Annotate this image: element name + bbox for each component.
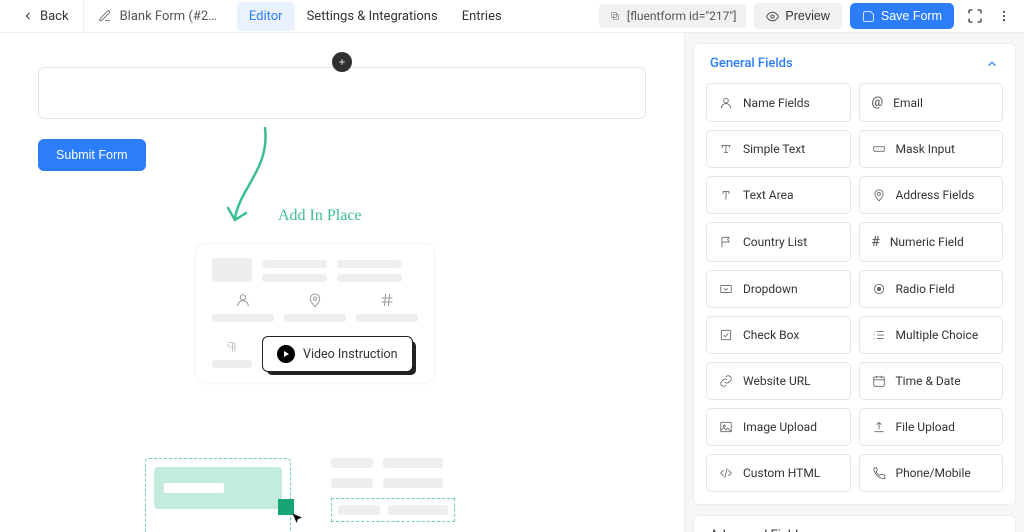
form-title-button[interactable]: Blank Form (#2…	[84, 0, 231, 32]
save-form-button[interactable]: Save Form	[850, 3, 954, 29]
hash-icon	[379, 292, 395, 308]
phone-icon	[872, 466, 886, 480]
at-icon: @	[872, 95, 884, 110]
field-item-file-upload[interactable]: File Upload	[859, 408, 1004, 446]
code-icon	[719, 466, 733, 480]
back-label: Back	[40, 9, 69, 24]
field-item-custom-html[interactable]: Custom HTML	[706, 454, 851, 492]
image-icon	[719, 420, 733, 434]
paragraph-icon	[225, 340, 239, 354]
field-item-name-fields[interactable]: Name Fields	[706, 83, 851, 122]
preview-card: Video Instruction	[195, 243, 435, 383]
lower-preview	[145, 458, 455, 532]
field-item-address-fields[interactable]: Address Fields	[859, 176, 1004, 214]
shortcode-text: [fluentform id="217"]	[627, 9, 736, 23]
upload-icon	[872, 420, 886, 434]
save-label: Save Form	[881, 9, 942, 23]
link-icon	[719, 374, 733, 388]
copy-icon	[609, 10, 621, 22]
form-title: Blank Form (#2…	[120, 9, 217, 24]
field-item-multiple-choice[interactable]: Multiple Choice	[859, 316, 1004, 354]
field-item-check-box[interactable]: Check Box	[706, 316, 851, 354]
field-item-numeric-field[interactable]: #Numeric Field	[859, 222, 1004, 262]
more-options-button[interactable]	[996, 3, 1012, 29]
top-bar: Back Blank Form (#2… Editor Settings & I…	[0, 0, 1024, 33]
tab-settings[interactable]: Settings & Integrations	[295, 2, 450, 31]
field-item-image-upload[interactable]: Image Upload	[706, 408, 851, 446]
flag-icon	[719, 235, 733, 249]
submit-form-button[interactable]: Submit Form	[38, 139, 146, 171]
play-icon	[277, 345, 295, 363]
save-icon	[862, 10, 875, 23]
chevron-down-icon	[985, 529, 999, 532]
field-item-simple-text[interactable]: Simple Text	[706, 130, 851, 168]
preview-label: Preview	[785, 9, 829, 23]
fullscreen-button[interactable]	[962, 3, 988, 29]
general-fields-title: General Fields	[710, 56, 793, 71]
tab-editor[interactable]: Editor	[237, 2, 295, 31]
advanced-fields-header[interactable]: Advanced Fields	[694, 516, 1015, 532]
check-icon	[719, 328, 733, 342]
list-icon	[872, 328, 886, 342]
arrow-left-icon	[22, 10, 34, 22]
mask-icon	[872, 142, 886, 156]
calendar-icon	[872, 374, 886, 388]
field-item-country-list[interactable]: Country List	[706, 222, 851, 262]
tab-entries[interactable]: Entries	[450, 2, 514, 31]
back-button[interactable]: Back	[8, 0, 84, 32]
field-item-time-date[interactable]: Time & Date	[859, 362, 1004, 400]
field-item-phone-mobile[interactable]: Phone/Mobile	[859, 454, 1004, 492]
user-icon	[235, 292, 251, 308]
plus-icon	[337, 57, 347, 67]
eye-icon	[766, 10, 779, 23]
editor-canvas[interactable]: Submit Form Add In Place Video Instructi…	[0, 33, 684, 532]
advanced-fields-title: Advanced Fields	[710, 528, 805, 532]
video-instruction-button[interactable]: Video Instruction	[262, 336, 413, 372]
edit-icon	[98, 9, 112, 23]
form-drop-area[interactable]	[38, 67, 646, 119]
field-item-radio-field[interactable]: Radio Field	[859, 270, 1004, 308]
radio-icon	[872, 282, 886, 296]
field-item-email[interactable]: @Email	[859, 83, 1004, 122]
field-item-dropdown[interactable]: Dropdown	[706, 270, 851, 308]
field-item-mask-input[interactable]: Mask Input	[859, 130, 1004, 168]
add-field-button[interactable]	[332, 52, 352, 72]
video-label: Video Instruction	[303, 347, 398, 362]
chevron-up-icon	[985, 57, 999, 71]
shortcode-copy[interactable]: [fluentform id="217"]	[599, 4, 746, 28]
general-fields-header[interactable]: General Fields	[694, 44, 1015, 83]
user-icon	[719, 96, 733, 110]
top-tabs: Editor Settings & Integrations Entries	[237, 2, 514, 31]
annotation-arrow	[220, 118, 280, 242]
annotation-text: Add In Place	[278, 207, 362, 225]
expand-icon	[967, 8, 983, 24]
textarea-icon	[719, 188, 733, 202]
text-icon	[719, 142, 733, 156]
field-item-website-url[interactable]: Website URL	[706, 362, 851, 400]
fields-sidebar: General Fields Name Fields@EmailSimple T…	[684, 33, 1024, 532]
cursor-icon	[290, 511, 306, 527]
field-item-text-area[interactable]: Text Area	[706, 176, 851, 214]
more-vertical-icon	[997, 9, 1011, 23]
pin-icon	[872, 188, 886, 202]
preview-button[interactable]: Preview	[754, 3, 841, 29]
dropdown-icon	[719, 282, 733, 296]
pin-icon	[307, 292, 323, 308]
hash-icon: #	[872, 234, 880, 250]
